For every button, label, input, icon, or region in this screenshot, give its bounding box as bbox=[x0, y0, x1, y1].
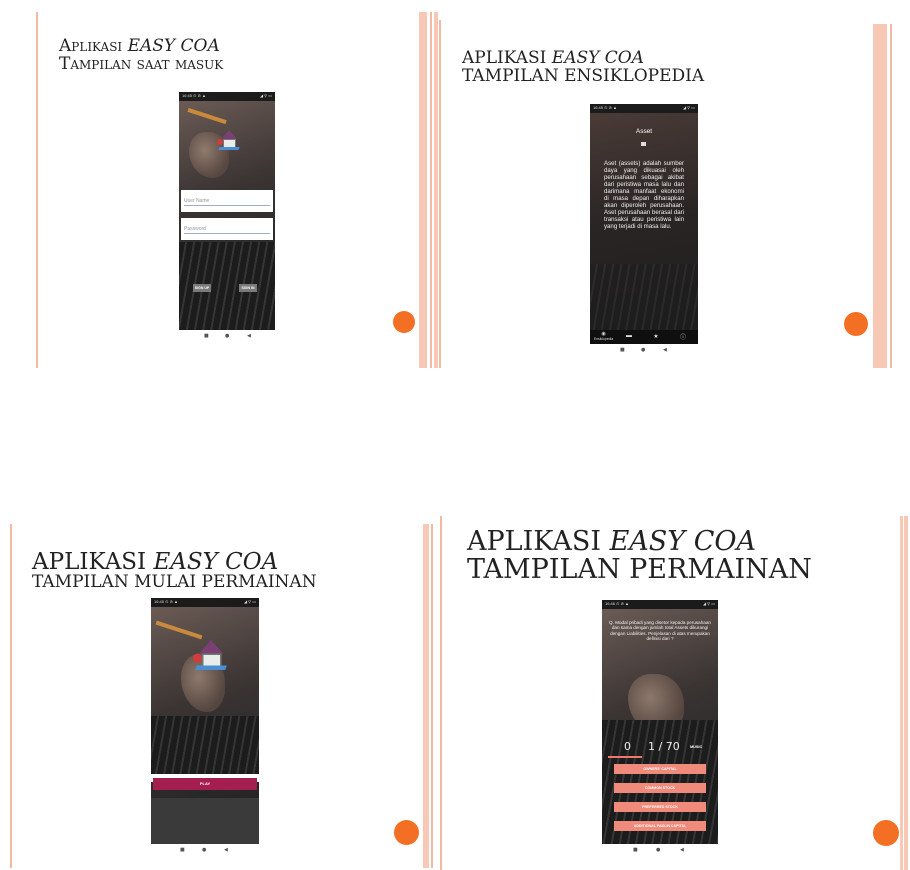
left-band bbox=[434, 12, 438, 368]
right-band-outer bbox=[900, 516, 903, 870]
title-prefix: APLIKASI bbox=[467, 526, 610, 557]
left-rule bbox=[440, 516, 442, 870]
logo-roof bbox=[221, 130, 237, 139]
recent-apps-icon[interactable]: ■ bbox=[204, 333, 209, 339]
right-rule bbox=[890, 24, 892, 368]
left-rule bbox=[10, 524, 12, 868]
question-text: Q. Modal pribadi yang disetor kepada per… bbox=[609, 620, 711, 642]
logo-roof bbox=[199, 640, 223, 654]
title-subtitle: TAMPILAN PERMAINAN bbox=[467, 554, 812, 586]
slide-start-game: APLIKASI EASY COA TAMPILAN MULAI PERMAIN… bbox=[10, 524, 436, 868]
status-bar: 16:45 ⊙ ⊘ ▲ ◢ ⚲ ▭ bbox=[590, 104, 698, 113]
slide-title: APLIKASI EASY COA TAMPILAN ENSIKLOPEDIA bbox=[462, 49, 705, 86]
app-logo bbox=[217, 130, 241, 152]
app-logo bbox=[193, 640, 250, 694]
right-band bbox=[904, 516, 908, 870]
right-band bbox=[873, 24, 887, 368]
slide-gameplay: APLIKASI EASY COA TAMPILAN PERMAINAN 16:… bbox=[440, 516, 910, 870]
title-prefix: APLIKASI bbox=[32, 549, 154, 575]
tab-ensiklopedia-label: Ensiklopedia bbox=[593, 337, 614, 341]
recent-apps-icon[interactable]: ■ bbox=[620, 347, 625, 353]
orange-dot bbox=[873, 820, 899, 846]
keyboard-image bbox=[151, 716, 259, 774]
answer-button-1[interactable]: OWNERS' CAPITAL bbox=[614, 764, 706, 774]
back-icon[interactable]: ◀ bbox=[247, 333, 251, 339]
left-rule bbox=[36, 12, 38, 368]
home-icon[interactable]: ● bbox=[641, 347, 645, 353]
status-time: 16:45 ⊙ ⊘ ▲ bbox=[593, 105, 618, 110]
logo-ball bbox=[217, 139, 223, 145]
back-icon[interactable]: ◀ bbox=[224, 847, 228, 853]
username-placeholder: User Name bbox=[184, 198, 210, 204]
phone-login: 16:45 ⊙ ⊘ ▲ ◢ ⚲ ▭ User Name Password SIG… bbox=[179, 92, 275, 330]
image-icon bbox=[641, 142, 646, 146]
play-button[interactable]: PLAY bbox=[153, 778, 257, 790]
title-app-name: EASY COA bbox=[153, 549, 279, 575]
right-rule bbox=[430, 12, 432, 368]
article-heading: Asset bbox=[635, 128, 653, 135]
password-placeholder: Password bbox=[184, 226, 206, 232]
status-icons: ◢ ⚲ ▭ bbox=[259, 93, 272, 98]
left-rule bbox=[439, 20, 441, 368]
status-bar: 16:46 ⊙ ⊘ ▲ ◢ ⚲ ▭ bbox=[602, 600, 718, 609]
password-underline bbox=[184, 233, 270, 234]
slide-encyclopedia: APLIKASI EASY COA TAMPILAN ENSIKLOPEDIA … bbox=[434, 12, 900, 368]
status-bar: 16:45 ⊙ ⊘ ▲ ◢ ⚲ ▭ bbox=[179, 92, 275, 101]
home-icon[interactable]: ● bbox=[225, 333, 229, 339]
slide-title: Aplikasi EASY COA Tampilan saat masuk bbox=[59, 37, 224, 74]
star-icon[interactable]: ★ bbox=[649, 333, 663, 340]
status-icons: ◢ ⚲ ▭ bbox=[702, 601, 715, 606]
slide-login: Aplikasi EASY COA Tampilan saat masuk 16… bbox=[36, 12, 436, 368]
score-value: 0 bbox=[624, 740, 631, 753]
lower-panel bbox=[151, 798, 259, 844]
info-icon[interactable]: ⓘ bbox=[676, 332, 690, 341]
answer-button-4[interactable]: ADDITIONAL PAID-IN CAPITAL bbox=[614, 821, 706, 831]
logo-base bbox=[195, 665, 227, 670]
tab-ensiklopedia[interactable]: ◉ Ensiklopedia bbox=[590, 331, 617, 341]
slide-title: APLIKASI EASY COA TAMPILAN PERMAINAN bbox=[467, 526, 812, 586]
password-field[interactable]: Password bbox=[181, 218, 273, 240]
right-band bbox=[419, 12, 427, 368]
keyboard-image bbox=[590, 264, 698, 330]
music-label[interactable]: MUSIC bbox=[690, 745, 702, 749]
recent-apps-icon[interactable]: ■ bbox=[180, 847, 185, 853]
timer-bar bbox=[608, 756, 642, 758]
status-icons: ◢ ⚲ ▭ bbox=[243, 599, 256, 604]
username-underline bbox=[184, 205, 270, 206]
slide-title: APLIKASI EASY COA TAMPILAN MULAI PERMAIN… bbox=[32, 550, 317, 592]
back-icon[interactable]: ◀ bbox=[663, 347, 667, 353]
status-bar: 16:45 ⊙ ⊘ ▲ ◢ ⚲ ▭ bbox=[151, 598, 259, 607]
right-band bbox=[423, 524, 429, 868]
signup-button[interactable]: SIGN UP bbox=[193, 284, 211, 292]
answer-button-3[interactable]: PREFERRED STOCK bbox=[614, 802, 706, 812]
answer-button-2[interactable]: COMMON STOCK bbox=[614, 783, 706, 793]
title-subtitle: TAMPILAN ENSIKLOPEDIA bbox=[462, 65, 705, 86]
chat-icon[interactable]: ▬ bbox=[622, 333, 636, 339]
bottom-tabbar: ◉ Ensiklopedia ▬ ★ ⓘ bbox=[590, 330, 698, 344]
home-icon[interactable]: ● bbox=[202, 847, 206, 853]
home-icon[interactable]: ● bbox=[656, 847, 660, 853]
title-subtitle: TAMPILAN MULAI PERMAINAN bbox=[32, 572, 317, 593]
phone-gameplay: 16:46 ⊙ ⊘ ▲ ◢ ⚲ ▭ Q. Modal pribadi yang … bbox=[602, 600, 718, 844]
recent-apps-icon[interactable]: ■ bbox=[633, 847, 638, 853]
right-rule bbox=[431, 524, 433, 868]
logo-ball bbox=[193, 653, 202, 663]
phone-start-game: 16:45 ⊙ ⊘ ▲ ◢ ⚲ ▭ PLAY bbox=[151, 598, 259, 844]
username-field[interactable]: User Name bbox=[181, 190, 273, 212]
signin-button[interactable]: SIGN IN bbox=[239, 284, 257, 292]
orange-dot bbox=[393, 311, 415, 333]
status-time: 16:46 ⊙ ⊘ ▲ bbox=[605, 601, 630, 606]
question-progress: 1 / 70 bbox=[648, 740, 680, 753]
title-app-name: EASY COA bbox=[609, 526, 756, 557]
status-time: 16:45 ⊙ ⊘ ▲ bbox=[182, 93, 207, 98]
status-icons: ◢ ⚲ ▭ bbox=[682, 105, 695, 110]
logo-base bbox=[218, 147, 240, 150]
title-subtitle: Tampilan saat masuk bbox=[59, 53, 224, 74]
phone-encyclopedia: 16:45 ⊙ ⊘ ▲ ◢ ⚲ ▭ Asset Aset (assets) ad… bbox=[590, 104, 698, 344]
back-icon[interactable]: ◀ bbox=[680, 847, 684, 853]
status-time: 16:45 ⊙ ⊘ ▲ bbox=[154, 599, 179, 604]
orange-dot bbox=[394, 820, 419, 845]
article-text: Aset (assets) adalah sumber daya yang di… bbox=[604, 160, 684, 230]
orange-dot bbox=[844, 312, 868, 336]
